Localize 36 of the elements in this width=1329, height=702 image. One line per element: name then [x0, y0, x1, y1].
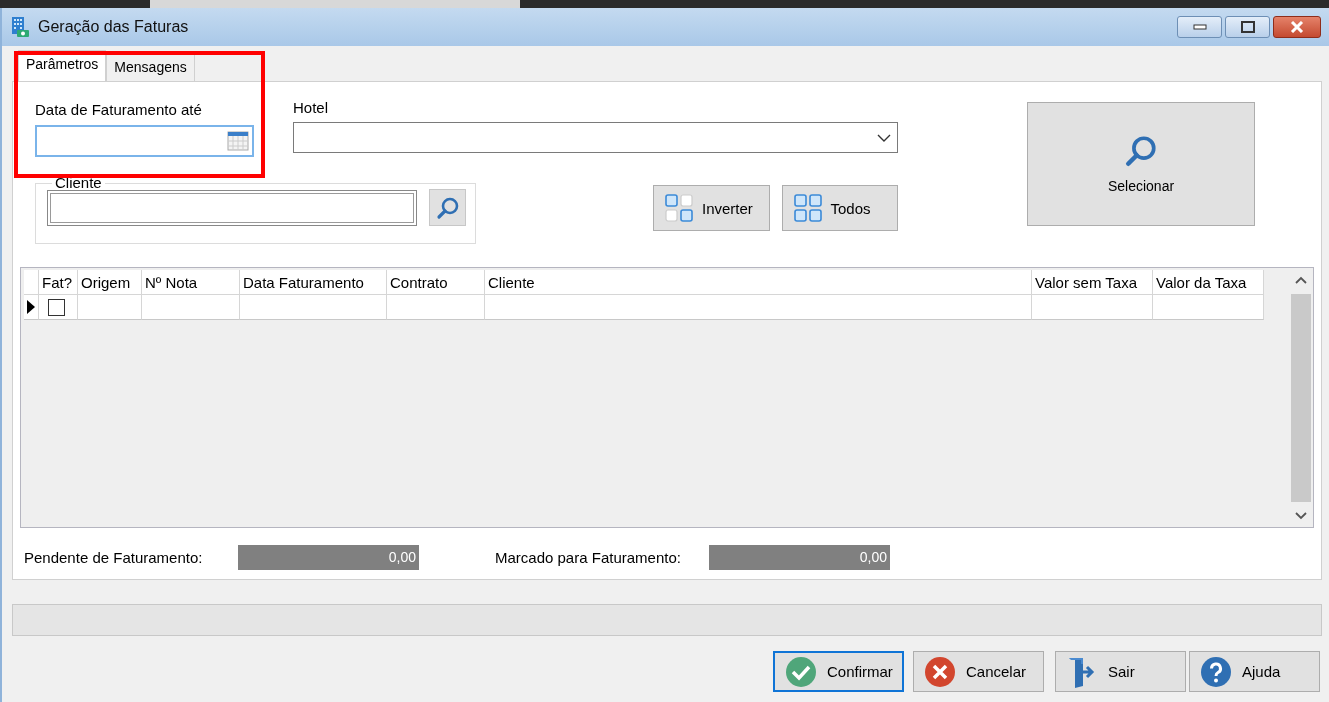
- field-label: Hotel: [293, 99, 330, 117]
- field-label: Data de Faturamento até: [35, 101, 203, 119]
- client-field[interactable]: [47, 190, 417, 226]
- confirm-button[interactable]: Confirmar: [773, 651, 904, 692]
- help-button[interactable]: Ajuda: [1189, 651, 1320, 692]
- window-title: Geração das Faturas: [38, 18, 189, 36]
- tab[interactable]: Mensagens: [106, 54, 195, 81]
- group-label: Cliente: [54, 176, 103, 190]
- maximize-icon: [1240, 21, 1255, 33]
- chevron-down-icon: [877, 133, 891, 142]
- close-icon: [1290, 21, 1304, 33]
- grid-squares-icon: [664, 193, 694, 223]
- search-icon: [435, 195, 460, 220]
- total-label: Pendente de Faturamento:: [24, 549, 204, 566]
- select-button[interactable]: Selecionar: [1027, 102, 1255, 226]
- building-icon: [10, 16, 30, 38]
- close-icon: [924, 655, 956, 688]
- minimize-icon: [1192, 24, 1207, 30]
- checkbox[interactable]: [48, 298, 65, 316]
- maximize-button[interactable]: [1225, 16, 1270, 38]
- total-value: 0,00: [238, 545, 419, 570]
- grid-squares-icon: [792, 193, 823, 223]
- hotel-dropdown[interactable]: [293, 122, 898, 153]
- calendar-icon: [227, 131, 249, 151]
- date-field[interactable]: [35, 125, 254, 157]
- invert-button[interactable]: Inverter: [653, 185, 770, 231]
- exit-button[interactable]: Sair: [1055, 651, 1186, 692]
- close-button[interactable]: [1273, 16, 1321, 38]
- total-label: Marcado para Faturamento:: [495, 549, 682, 566]
- total-value: 0,00: [709, 545, 890, 570]
- search-icon: [1124, 134, 1158, 168]
- cancel-button[interactable]: Cancelar: [913, 651, 1044, 692]
- select-all-button[interactable]: Todos: [781, 185, 898, 231]
- client-search-button[interactable]: [429, 189, 466, 226]
- check-icon: [785, 655, 817, 688]
- help-icon: [1200, 655, 1232, 688]
